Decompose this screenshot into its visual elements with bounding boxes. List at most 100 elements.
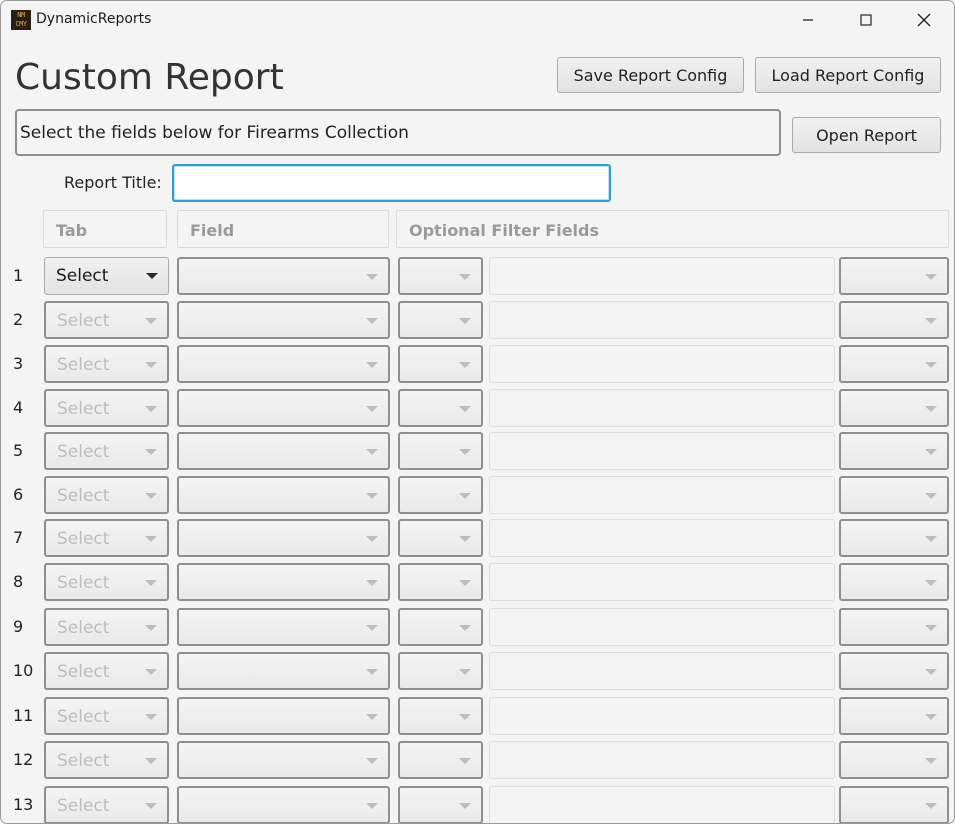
field-select[interactable] <box>177 741 390 779</box>
filter-extra-select[interactable] <box>839 257 949 295</box>
tab-select[interactable]: Select <box>44 652 169 690</box>
chevron-down-icon <box>925 449 937 455</box>
title-bar[interactable]: NM CMY DynamicReports <box>1 1 954 39</box>
filter-operator-select[interactable] <box>398 519 483 557</box>
filter-operator-select[interactable] <box>398 476 483 514</box>
chevron-down-icon <box>459 625 471 631</box>
app-logo-icon: NM CMY <box>11 10 31 30</box>
filter-value-input[interactable] <box>489 476 835 514</box>
filter-value-input[interactable] <box>489 257 835 295</box>
tab-select[interactable]: Select <box>44 563 169 601</box>
field-select[interactable] <box>177 389 390 427</box>
maximize-button[interactable] <box>843 1 889 39</box>
filter-extra-select[interactable] <box>839 301 949 339</box>
tab-select[interactable]: Select <box>44 697 169 735</box>
filter-operator-select[interactable] <box>398 563 483 601</box>
field-row: 11 Select <box>1 697 954 737</box>
field-select[interactable] <box>177 432 390 470</box>
tab-select[interactable]: Select <box>44 345 169 383</box>
report-title-input[interactable] <box>172 164 611 202</box>
row-number: 11 <box>13 706 34 725</box>
filter-value-input[interactable] <box>489 301 835 339</box>
filter-value-input[interactable] <box>489 786 835 823</box>
row-number: 9 <box>13 617 24 636</box>
filter-operator-select[interactable] <box>398 652 483 690</box>
window-title: DynamicReports <box>36 11 152 27</box>
filter-operator-select[interactable] <box>398 697 483 735</box>
filter-operator-select[interactable] <box>398 301 483 339</box>
tab-select[interactable]: Select <box>44 432 169 470</box>
chevron-down-icon <box>145 406 157 412</box>
tab-select[interactable]: Select <box>44 519 169 557</box>
tab-select-value: Select <box>57 707 110 727</box>
field-row: 8 Select <box>1 563 954 603</box>
tab-select[interactable]: Select <box>44 608 169 646</box>
filter-value-input[interactable] <box>489 652 835 690</box>
chevron-down-icon <box>366 803 378 809</box>
field-select[interactable] <box>177 652 390 690</box>
filter-operator-select[interactable] <box>398 608 483 646</box>
chevron-down-icon <box>145 803 157 809</box>
tab-select-value: Select <box>57 442 110 462</box>
filter-extra-select[interactable] <box>839 432 949 470</box>
filter-operator-select[interactable] <box>398 741 483 779</box>
filter-operator-select[interactable] <box>398 257 483 295</box>
row-number: 8 <box>13 572 24 591</box>
tab-select[interactable]: Select <box>44 301 169 339</box>
filter-extra-select[interactable] <box>839 786 949 823</box>
tab-select-value: Select <box>57 529 110 549</box>
row-number: 5 <box>13 441 24 460</box>
field-select[interactable] <box>177 476 390 514</box>
row-number: 1 <box>13 266 24 285</box>
chevron-down-icon <box>925 669 937 675</box>
field-select[interactable] <box>177 257 390 295</box>
close-icon <box>917 13 931 27</box>
filter-value-input[interactable] <box>489 608 835 646</box>
filter-value-input[interactable] <box>489 563 835 601</box>
minimize-button[interactable] <box>785 1 831 39</box>
filter-extra-select[interactable] <box>839 608 949 646</box>
field-row: 9 Select <box>1 608 954 648</box>
tab-select[interactable]: Select <box>44 786 169 823</box>
field-select[interactable] <box>177 519 390 557</box>
field-select[interactable] <box>177 301 390 339</box>
field-select[interactable] <box>177 563 390 601</box>
chevron-down-icon <box>145 714 157 720</box>
open-report-button[interactable]: Open Report <box>792 117 941 153</box>
filter-value-input[interactable] <box>489 519 835 557</box>
tab-select-value: Select <box>57 618 110 638</box>
field-row: 7 Select <box>1 519 954 559</box>
field-select[interactable] <box>177 786 390 823</box>
filter-extra-select[interactable] <box>839 345 949 383</box>
filter-extra-select[interactable] <box>839 741 949 779</box>
filter-operator-select[interactable] <box>398 786 483 823</box>
filter-value-input[interactable] <box>489 432 835 470</box>
load-report-config-button[interactable]: Load Report Config <box>755 57 941 93</box>
filter-value-input[interactable] <box>489 389 835 427</box>
save-report-config-button[interactable]: Save Report Config <box>557 57 744 93</box>
filter-operator-select[interactable] <box>398 389 483 427</box>
filter-value-input[interactable] <box>489 345 835 383</box>
tab-select[interactable]: Select <box>44 389 169 427</box>
field-select[interactable] <box>177 345 390 383</box>
field-row: 1 Select <box>1 257 954 297</box>
filter-extra-select[interactable] <box>839 519 949 557</box>
tab-select[interactable]: Select <box>44 476 169 514</box>
field-select[interactable] <box>177 697 390 735</box>
filter-extra-select[interactable] <box>839 563 949 601</box>
tab-select[interactable]: Select <box>44 257 169 295</box>
chevron-down-icon <box>459 669 471 675</box>
filter-extra-select[interactable] <box>839 389 949 427</box>
filter-operator-select[interactable] <box>398 432 483 470</box>
filter-extra-select[interactable] <box>839 652 949 690</box>
filter-extra-select[interactable] <box>839 476 949 514</box>
filter-value-input[interactable] <box>489 741 835 779</box>
field-row: 3 Select <box>1 345 954 385</box>
field-select[interactable] <box>177 608 390 646</box>
filter-extra-select[interactable] <box>839 697 949 735</box>
close-button[interactable] <box>901 1 947 39</box>
filter-value-input[interactable] <box>489 697 835 735</box>
row-number: 10 <box>13 661 34 680</box>
tab-select[interactable]: Select <box>44 741 169 779</box>
filter-operator-select[interactable] <box>398 345 483 383</box>
